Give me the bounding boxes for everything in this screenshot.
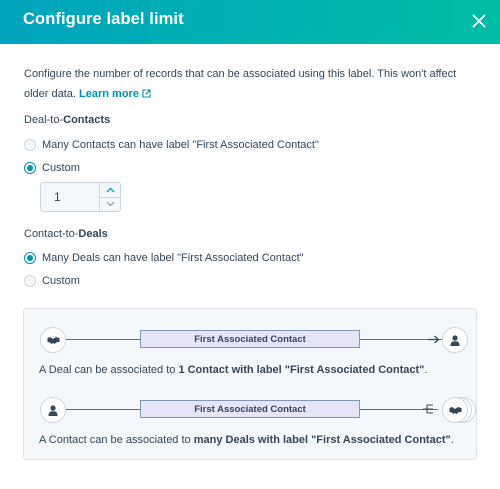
association-description: A Deal can be associated to 1 Contact wi… xyxy=(39,364,428,376)
stepper-buttons xyxy=(99,183,120,211)
close-icon xyxy=(472,14,486,28)
contact-avatar xyxy=(442,327,468,353)
radio-label: Many Deals can have label "First Associa… xyxy=(42,252,304,264)
deal-avatar xyxy=(40,327,66,353)
radio-label: Many Contacts can have label "First Asso… xyxy=(42,139,319,151)
chevron-up-icon xyxy=(106,187,114,193)
close-button[interactable] xyxy=(468,10,490,32)
association-description: A Contact can be associated to many Deal… xyxy=(39,434,454,446)
deal-avatar xyxy=(442,397,468,423)
handshake-icon xyxy=(449,406,461,414)
crowfoot-icon xyxy=(423,404,433,414)
radio-custom-contacts[interactable]: Custom xyxy=(24,160,80,176)
learn-more-link[interactable]: Learn more xyxy=(79,88,151,100)
modal-title: Configure label limit xyxy=(23,10,184,28)
radio-many-deals[interactable]: Many Deals can have label "First Associa… xyxy=(24,250,304,266)
contact-avatar xyxy=(40,397,66,423)
radio-button[interactable] xyxy=(24,275,36,287)
radio-custom-deals[interactable]: Custom xyxy=(24,273,80,289)
arrow-right-icon xyxy=(428,335,440,344)
radio-many-contacts[interactable]: Many Contacts can have label "First Asso… xyxy=(24,137,319,153)
handshake-icon xyxy=(47,336,59,344)
deal-to-contacts-title: Deal-to-Contacts xyxy=(24,114,111,126)
radio-label: Custom xyxy=(42,275,80,287)
radio-button[interactable] xyxy=(24,139,36,151)
intro-text: Configure the number of records that can… xyxy=(24,64,480,104)
radio-button-checked[interactable] xyxy=(24,252,36,264)
radio-button-checked[interactable] xyxy=(24,162,36,174)
quantity-stepper[interactable] xyxy=(40,182,121,212)
quantity-input[interactable] xyxy=(41,183,99,211)
modal-header: Configure label limit xyxy=(0,0,500,44)
decrement-button[interactable] xyxy=(100,198,120,212)
person-icon xyxy=(450,334,460,346)
association-label: First Associated Contact xyxy=(140,330,360,348)
chevron-down-icon xyxy=(106,201,114,207)
association-label: First Associated Contact xyxy=(140,400,360,418)
radio-label: Custom xyxy=(42,162,80,174)
external-link-icon xyxy=(142,89,151,98)
association-diagram: First Associated Contact A Deal can be a… xyxy=(23,308,477,460)
increment-button[interactable] xyxy=(100,183,120,198)
contact-to-deals-title: Contact-to-Deals xyxy=(24,228,108,240)
person-icon xyxy=(48,404,58,416)
